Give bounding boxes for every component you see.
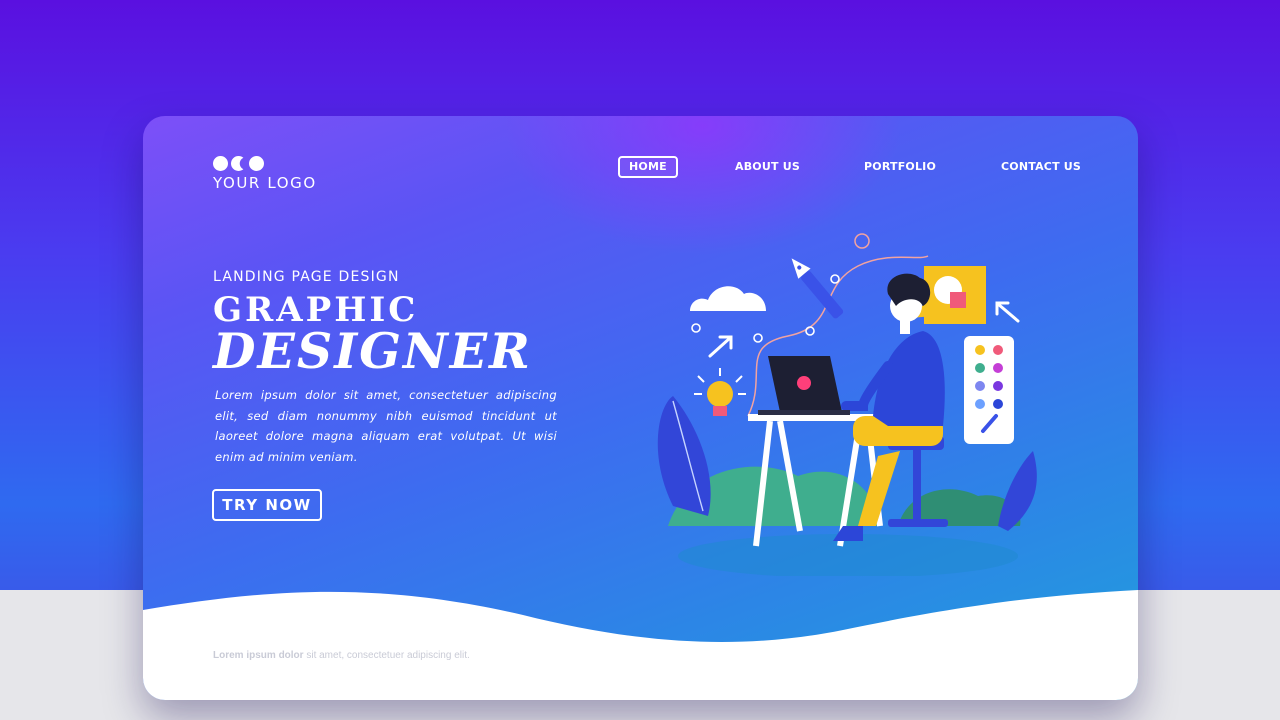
leaf-right [998, 451, 1037, 531]
dot-decor [805, 326, 815, 336]
dot-decor [830, 274, 840, 284]
hero-subtitle: LANDING PAGE DESIGN [213, 269, 400, 285]
dot-decor [691, 323, 701, 333]
nav-about-us[interactable]: ABOUT US [735, 156, 800, 178]
hero-title-line2: DESIGNER [213, 322, 532, 380]
hero-body-text: Lorem ipsum dolor sit amet, consectetuer… [215, 388, 557, 464]
color-palette-icon [964, 336, 1014, 444]
nav-bar: HOME ABOUT US PORTFOLIO CONTACT US [143, 156, 1138, 180]
card-bottom-wave [143, 590, 1138, 700]
swirl-loop [854, 233, 870, 249]
footer-text-bold: Lorem ipsum dolor [213, 650, 304, 661]
designer-illustration [657, 233, 1037, 576]
footer-text: Lorem ipsum dolor sit amet, consectetuer… [213, 650, 470, 661]
pen-tool-icon [791, 258, 844, 319]
nav-contact-us[interactable]: CONTACT US [1001, 156, 1081, 178]
landing-page-card: YOUR LOGO HOME ABOUT US PORTFOLIO CONTAC… [143, 116, 1138, 700]
laptop-icon [758, 356, 850, 415]
lightbulb-icon [694, 368, 746, 416]
cloud-icon [690, 286, 766, 311]
nav-portfolio[interactable]: PORTFOLIO [864, 156, 936, 178]
arrow-icon [708, 335, 733, 358]
leaf-left [657, 396, 711, 516]
footer-text-rest: sit amet, consectetuer adipiscing elit. [303, 650, 470, 661]
arrow-icon [995, 301, 1020, 323]
dot-decor [753, 333, 763, 343]
try-now-button[interactable]: TRY NOW [212, 489, 322, 521]
nav-home[interactable]: HOME [618, 156, 678, 178]
